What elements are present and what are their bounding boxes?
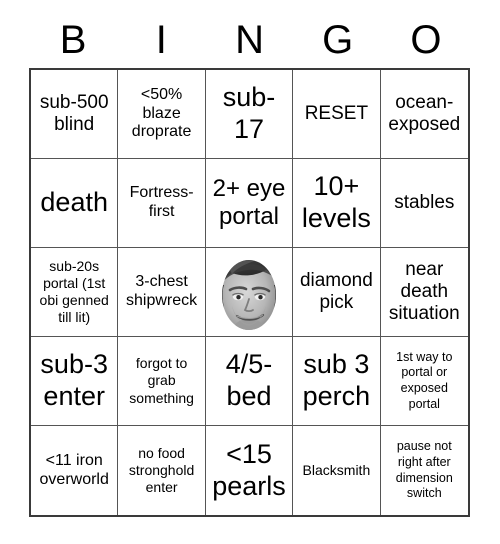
- cell-n2[interactable]: 2+ eye portal: [205, 159, 294, 248]
- cell-b5[interactable]: <11 iron overworld: [31, 426, 119, 515]
- bingo-card: B I N G O sub-500 blind <50% blaze dropra…: [0, 0, 500, 544]
- bingo-cell-label: <11 iron overworld: [39, 451, 109, 488]
- cell-o5[interactable]: pause not right after dimension switch: [380, 426, 468, 515]
- cell-i4[interactable]: forgot to grab something: [118, 337, 206, 426]
- bingo-header-letter-b: B: [59, 18, 87, 62]
- bingo-cell-label: sub-17: [222, 82, 276, 144]
- bingo-cell-label: <50% blaze droprate: [131, 85, 192, 141]
- cell-b4[interactable]: sub-3 enter: [31, 337, 119, 426]
- bingo-cell-label: Fortress-first: [129, 184, 194, 220]
- cell-g2[interactable]: 10+ levels: [293, 159, 381, 248]
- cell-o1[interactable]: ocean-exposed: [380, 70, 468, 159]
- cell-g5[interactable]: Blacksmith: [293, 426, 381, 515]
- kappa-face-icon: [221, 260, 276, 330]
- bingo-cell-label: Blacksmith: [302, 461, 371, 478]
- cell-n1[interactable]: sub-17: [205, 70, 294, 159]
- bingo-cell-label: forgot to grab something: [129, 355, 194, 406]
- bingo-header-letter-o: O: [410, 18, 442, 62]
- bingo-cell-label: sub 3 perch: [302, 349, 371, 411]
- cell-g1[interactable]: RESET: [293, 70, 381, 159]
- cell-b2[interactable]: death: [31, 159, 119, 248]
- bingo-cell-label: 4/5-bed: [225, 349, 273, 411]
- bingo-header-row: B I N G O: [29, 12, 470, 68]
- bingo-header-letter-i: I: [155, 18, 167, 62]
- bingo-cell-label: 2+ eye portal: [212, 175, 286, 230]
- cell-g3[interactable]: diamond pick: [293, 248, 381, 337]
- bingo-cell-label: near death situation: [388, 259, 460, 324]
- bingo-cell-label: 1st way to portal or exposed portal: [396, 349, 453, 411]
- cell-n5[interactable]: <15 pearls: [205, 426, 294, 515]
- bingo-cell-label: pause not right after dimension switch: [395, 439, 453, 501]
- bingo-cell-label: diamond pick: [299, 270, 373, 313]
- cell-i2[interactable]: Fortress-first: [118, 159, 206, 248]
- bingo-cell-label: ocean-exposed: [388, 92, 461, 135]
- cell-n3-free[interactable]: [205, 248, 294, 337]
- kappa-face-image: [205, 248, 293, 336]
- cell-n4[interactable]: 4/5-bed: [205, 337, 294, 426]
- cell-o2[interactable]: stables: [380, 159, 468, 248]
- cell-g4[interactable]: sub 3 perch: [293, 337, 381, 426]
- bingo-cell-label: no food stronghold enter: [128, 444, 195, 496]
- cell-i3[interactable]: 3-chest shipwreck: [118, 248, 206, 337]
- bingo-header-letter-n: N: [235, 18, 264, 62]
- bingo-grid: sub-500 blind <50% blaze droprate sub-17 RE…: [29, 68, 470, 517]
- bingo-cell-label: RESET: [304, 103, 369, 125]
- cell-i1[interactable]: <50% blaze droprate: [118, 70, 206, 159]
- bingo-cell-label: death: [40, 187, 108, 218]
- cell-i5[interactable]: no food stronghold enter: [118, 426, 206, 515]
- bingo-cell-label: 3-chest shipwreck: [126, 273, 198, 309]
- bingo-cell-label: sub-500 blind: [39, 92, 109, 135]
- bingo-cell-label: 10+ levels: [301, 171, 371, 233]
- bingo-cell-label: <15 pearls: [212, 438, 286, 501]
- bingo-cell-label: sub-3 enter: [40, 349, 108, 411]
- bingo-cell-label: sub-20s portal (1st obi genned till lit): [39, 257, 109, 326]
- cell-o3[interactable]: near death situation: [380, 248, 468, 337]
- bingo-cell-label: stables: [394, 192, 455, 214]
- cell-b1[interactable]: sub-500 blind: [31, 70, 119, 159]
- cell-b3[interactable]: sub-20s portal (1st obi genned till lit): [31, 248, 119, 337]
- bingo-header-letter-g: G: [322, 18, 354, 62]
- cell-o4[interactable]: 1st way to portal or exposed portal: [380, 337, 468, 426]
